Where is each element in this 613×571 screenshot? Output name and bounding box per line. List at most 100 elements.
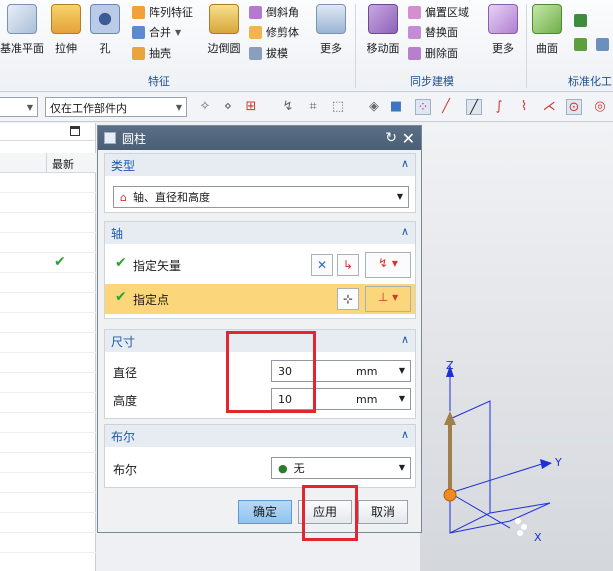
navigator-row[interactable]: ✔ bbox=[0, 253, 96, 273]
navigator-row[interactable] bbox=[0, 373, 96, 393]
midpoint-icon[interactable]: ⋌ bbox=[541, 99, 557, 115]
height-label: 高度 bbox=[113, 394, 138, 408]
delete-face-button[interactable]: 删除面 bbox=[408, 45, 458, 61]
snap-icon[interactable]: ✧ bbox=[197, 99, 213, 115]
line-icon[interactable]: ╱ bbox=[438, 99, 454, 115]
cursor-icon[interactable]: ↯ bbox=[280, 99, 296, 115]
std-group-label: 标准化工 bbox=[568, 75, 612, 88]
navigator-row[interactable] bbox=[0, 533, 96, 553]
navigator-row[interactable] bbox=[0, 413, 96, 433]
pattern-feature-button[interactable]: 阵列特征 bbox=[132, 4, 193, 20]
boolean-label: 布尔 bbox=[113, 463, 138, 477]
navigator-row[interactable] bbox=[0, 173, 96, 193]
offset-region-button[interactable]: 偏置区域 bbox=[408, 4, 469, 20]
shell-icon bbox=[132, 46, 145, 60]
rectangle-select-icon[interactable]: ⬚ bbox=[330, 99, 346, 115]
curve-icon[interactable]: ╱ bbox=[466, 99, 482, 115]
navigator-row[interactable] bbox=[0, 433, 96, 453]
move-face-icon bbox=[368, 4, 398, 34]
std-tool-button-2[interactable] bbox=[574, 36, 587, 52]
type-filter-select[interactable]: ▼ bbox=[0, 97, 38, 117]
boolean-select[interactable]: ● 无 ▼ bbox=[271, 457, 411, 479]
specify-vector-row[interactable]: ✔ 指定矢量 ✕ ↳ ↯ ▾ bbox=[105, 250, 415, 280]
spline-icon[interactable]: ∫ bbox=[491, 99, 507, 115]
navigator-row[interactable] bbox=[0, 393, 96, 413]
intersection-icon[interactable]: ⌇ bbox=[516, 99, 532, 115]
maximize-icon[interactable] bbox=[70, 126, 80, 136]
cancel-button[interactable]: 取消 bbox=[358, 500, 408, 524]
collapse-icon[interactable]: ∧ bbox=[401, 225, 409, 238]
surface-button[interactable]: 曲面 bbox=[530, 4, 564, 64]
move-face-label: 移动面 bbox=[366, 42, 400, 55]
hole-button[interactable]: 孔 bbox=[88, 4, 122, 64]
navigator-row[interactable] bbox=[0, 453, 96, 473]
draft-label: 拔模 bbox=[266, 47, 288, 60]
type-section-header[interactable]: 类型 ∧ bbox=[105, 154, 415, 176]
navigator-row[interactable] bbox=[0, 493, 96, 513]
navigator-row[interactable] bbox=[0, 293, 96, 313]
column-latest[interactable]: 最新 bbox=[52, 156, 74, 172]
point-dialog-icon[interactable]: ⊹ bbox=[337, 288, 359, 310]
size-section-title: 尺寸 bbox=[111, 334, 136, 349]
trim-body-label: 修剪体 bbox=[266, 26, 299, 39]
offset-region-icon bbox=[408, 5, 421, 19]
move-face-button[interactable]: 移动面 bbox=[362, 4, 404, 64]
navigator-row[interactable] bbox=[0, 513, 96, 533]
extrude-button[interactable]: 拉伸 bbox=[48, 4, 84, 64]
scope-select[interactable]: 仅在工作部件内 ▼ bbox=[45, 97, 187, 117]
extrude-icon bbox=[51, 4, 81, 34]
trim-body-button[interactable]: 修剪体 bbox=[249, 24, 299, 40]
dialog-title-bar[interactable]: 圆柱 ↻ ✕ bbox=[98, 126, 421, 150]
std-tool-button-3[interactable] bbox=[596, 36, 609, 52]
collapse-icon[interactable]: ∧ bbox=[401, 428, 409, 441]
navigator-row[interactable] bbox=[0, 313, 96, 333]
center-icon[interactable]: ⊙ bbox=[566, 99, 582, 115]
more-sync-button[interactable]: 更多 bbox=[486, 4, 520, 64]
navigator-row[interactable] bbox=[0, 193, 96, 213]
navigator-row[interactable] bbox=[0, 473, 96, 493]
collapse-icon[interactable]: ∧ bbox=[401, 333, 409, 346]
chamfer-button[interactable]: 倒斜角 bbox=[249, 4, 299, 20]
graphics-viewport[interactable]: Z Y X bbox=[420, 123, 613, 571]
solid-icon[interactable]: ■ bbox=[388, 99, 404, 115]
type-select[interactable]: ⌂ 轴、直径和高度 ▼ bbox=[113, 186, 409, 208]
collapse-icon[interactable]: ∧ bbox=[401, 157, 409, 170]
navigator-row[interactable] bbox=[0, 233, 96, 253]
datum-plane-button[interactable]: 基准平面 bbox=[0, 4, 44, 64]
std-tool-button-1[interactable] bbox=[574, 12, 587, 28]
reverse-direction-icon[interactable]: ✕ bbox=[311, 254, 333, 276]
specify-point-row[interactable]: ✔ 指定点 ⊹ ⊥ ▾ bbox=[105, 284, 415, 314]
navigator-row[interactable] bbox=[0, 353, 96, 373]
axis-section: 轴 ∧ ✔ 指定矢量 ✕ ↳ ↯ ▾ ✔ 指定点 ⊹ ⊥ ▾ bbox=[104, 221, 416, 319]
navigator-row[interactable] bbox=[0, 333, 96, 353]
vector-dialog-icon[interactable]: ↳ bbox=[337, 254, 359, 276]
boolean-section-header[interactable]: 布尔 ∧ bbox=[105, 425, 415, 447]
height-unit[interactable]: mm bbox=[356, 393, 377, 406]
unite-dropdown-icon[interactable]: ▼ bbox=[175, 28, 181, 37]
points-icon[interactable]: ⁘ bbox=[415, 99, 431, 115]
column-divider bbox=[46, 153, 47, 173]
edge-blend-button[interactable]: 边倒圆 bbox=[203, 4, 245, 64]
navigator-row[interactable] bbox=[0, 213, 96, 233]
ok-button[interactable]: 确定 bbox=[238, 500, 292, 524]
body-select-icon[interactable]: ◈ bbox=[366, 99, 382, 115]
select-box-icon[interactable]: ⊞ bbox=[243, 99, 259, 115]
shell-button[interactable]: 抽壳 bbox=[132, 45, 171, 61]
quadrant-icon[interactable]: ◎ bbox=[592, 99, 608, 115]
axis-section-header[interactable]: 轴 ∧ bbox=[105, 222, 415, 244]
navigator-row[interactable] bbox=[0, 273, 96, 293]
vector-type-dropdown[interactable]: ↯ ▾ bbox=[365, 252, 411, 278]
draft-button[interactable]: 拔模 bbox=[249, 45, 288, 61]
lasso-icon[interactable]: ⌗ bbox=[305, 99, 321, 115]
filter-icon[interactable]: ⋄ bbox=[220, 99, 236, 115]
check-icon: ✔ bbox=[115, 289, 127, 305]
unite-button[interactable]: 合并 ▼ bbox=[132, 24, 181, 40]
unite-icon bbox=[132, 25, 145, 39]
close-icon[interactable]: ✕ bbox=[402, 129, 415, 148]
boolean-none-icon: ● bbox=[278, 461, 288, 475]
replace-face-button[interactable]: 替换面 bbox=[408, 24, 458, 40]
more-feature-button[interactable]: 更多 bbox=[314, 4, 348, 64]
point-type-dropdown[interactable]: ⊥ ▾ bbox=[365, 286, 411, 312]
reset-icon[interactable]: ↻ bbox=[385, 130, 397, 146]
diameter-unit[interactable]: mm bbox=[356, 365, 377, 378]
